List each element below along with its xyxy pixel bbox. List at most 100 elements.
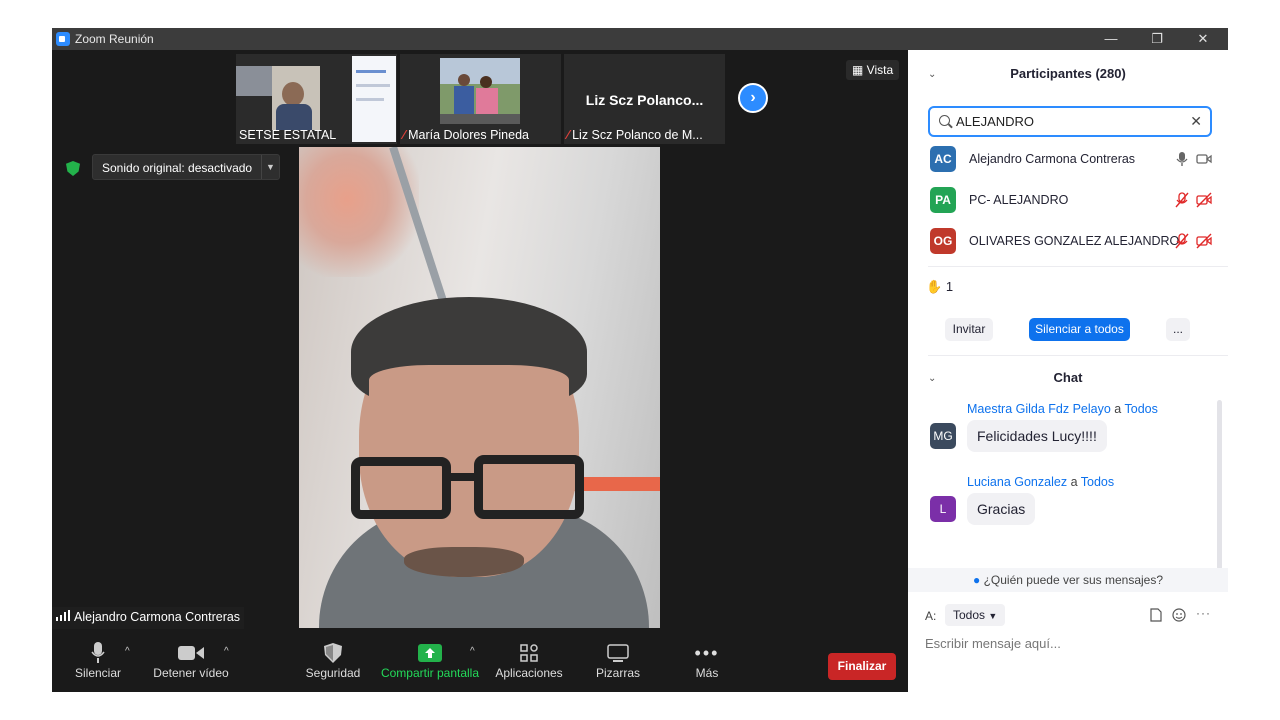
recipient-value: Todos [953, 608, 986, 622]
video-off-icon[interactable] [1196, 192, 1212, 208]
file-icon[interactable] [1150, 608, 1162, 622]
chat-scrollbar[interactable] [1217, 400, 1222, 570]
participant-search-input[interactable]: ALEJANDRO ✕ [928, 106, 1212, 137]
chevron-down-icon: ▼ [988, 611, 998, 621]
message-header: Luciana Gonzalez a Todos [967, 475, 1114, 489]
chat-message-input[interactable]: Escribir mensaje aquí... [925, 636, 1061, 651]
message-header: Maestra Gilda Fdz Pelayo a Todos [967, 402, 1158, 416]
video-area: SETSE ESTATAL ⁄ María Dolores Pineda Liz … [52, 50, 908, 692]
microphone-icon [68, 640, 128, 666]
thumbnail-display-name: Liz Scz Polanco... [585, 92, 704, 108]
video-camera-icon[interactable] [1196, 151, 1212, 167]
video-off-icon[interactable] [1196, 233, 1212, 249]
thumbnail-label: ⁄ María Dolores Pineda [403, 128, 529, 142]
restore-button[interactable]: ❐ [1134, 28, 1180, 50]
message-recipient[interactable]: Todos [1125, 402, 1158, 416]
share-screen-icon [378, 640, 482, 666]
clear-search-icon[interactable]: ✕ [1190, 113, 1202, 130]
message-bubble: Felicidades Lucy!!!! [967, 420, 1107, 452]
mute-options-icon[interactable]: ^ [125, 646, 130, 657]
zoom-logo-icon [56, 32, 70, 46]
grid-icon: ▦ [852, 63, 867, 77]
mic-muted-icon: ⁄ [403, 128, 406, 142]
avatar: AC [930, 146, 956, 172]
send-to-label: A: [925, 609, 937, 623]
avatar: MG [930, 423, 956, 449]
message-bubble: Gracias [967, 493, 1036, 525]
more-dots-icon: ••• [694, 642, 720, 663]
message-sender[interactable]: Maestra Gilda Fdz Pelayo [967, 402, 1111, 416]
thumbnail-label: SETSE ESTATAL [239, 128, 337, 142]
message-sender[interactable]: Luciana Gonzalez [967, 475, 1067, 489]
signal-strength-icon [56, 610, 70, 624]
chat-title: Chat [1053, 370, 1083, 385]
stop-video-button[interactable]: Detener vídeo [150, 640, 232, 680]
microphone-icon[interactable] [1174, 151, 1190, 167]
view-button[interactable]: ▦ Vista [846, 60, 900, 80]
share-options-icon[interactable]: ^ [470, 646, 475, 657]
thumbnail-maria-dolores-pineda[interactable]: ⁄ María Dolores Pineda [400, 54, 561, 144]
mute-all-button[interactable]: Silenciar a todos [1029, 318, 1130, 341]
participants-more-button[interactable]: ... [1166, 318, 1190, 341]
mic-muted-icon: ⁄ [567, 128, 570, 142]
invite-button[interactable]: Invitar [945, 318, 993, 341]
message-recipient[interactable]: Todos [1081, 475, 1114, 489]
window-title: Zoom Reunión [75, 32, 154, 46]
title-bar: Zoom Reunión — ❐ ✕ [52, 28, 1228, 50]
apps-button[interactable]: Aplicaciones [492, 640, 566, 680]
divider [928, 266, 1228, 267]
apps-label: Aplicaciones [495, 666, 563, 680]
original-sound-toggle[interactable]: Sonido original: desactivado ▼ [92, 154, 280, 180]
zoom-window: Zoom Reunión — ❐ ✕ SETSE ESTATAL ⁄ María… [52, 28, 1228, 692]
share-screen-label: Compartir pantalla [380, 666, 480, 680]
thumbnail-liz-scz-polanco[interactable]: Liz Scz Polanco... ⁄ Liz Scz Polanco de M… [564, 54, 725, 144]
stop-video-label: Detener vídeo [153, 666, 229, 680]
emoji-icon[interactable] [1172, 608, 1186, 622]
security-button[interactable]: Seguridad [302, 640, 364, 680]
participant-name: Alejandro Carmona Contreras [969, 152, 1136, 166]
mic-muted-icon[interactable] [1174, 192, 1190, 208]
end-meeting-button[interactable]: Finalizar [828, 653, 896, 680]
share-screen-button[interactable]: Compartir pantalla [378, 640, 482, 680]
avatar: OG [930, 228, 956, 254]
raised-hands-count: 1 [945, 279, 954, 294]
recipient-select[interactable]: Todos ▼ [945, 604, 1006, 626]
whiteboard-icon [588, 640, 648, 666]
search-icon [939, 115, 950, 126]
person-lock-icon: ● [972, 573, 981, 587]
participant-name: OLIVARES GONZALEZ ALEJANDRO [969, 234, 1180, 248]
participant-row[interactable]: AC Alejandro Carmona Contreras [930, 146, 1220, 172]
search-value: ALEJANDRO [956, 114, 1035, 129]
next-page-icon[interactable]: › [738, 83, 768, 113]
thumbnail-label: ⁄ Liz Scz Polanco de M... [567, 128, 703, 142]
participants-title: Participantes (280) [1010, 66, 1126, 81]
chevron-down-icon[interactable]: ▼ [261, 155, 279, 179]
whiteboards-button[interactable]: Pizarras [588, 640, 648, 680]
apps-icon [492, 640, 566, 666]
close-button[interactable]: ✕ [1180, 28, 1226, 50]
security-shield-icon [302, 640, 364, 666]
participant-name: PC- ALEJANDRO [969, 193, 1069, 207]
who-can-see-messages[interactable]: ● ¿Quién puede ver sus mensajes? [908, 568, 1228, 592]
mic-muted-icon[interactable] [1174, 233, 1190, 249]
chat-more-icon[interactable]: ··· [1196, 606, 1211, 620]
participant-row[interactable]: OG OLIVARES GONZALEZ ALEJANDRO [930, 228, 1220, 254]
avatar: L [930, 496, 956, 522]
encryption-shield-icon[interactable] [66, 161, 80, 176]
video-options-icon[interactable]: ^ [224, 646, 229, 657]
message-connector: a [1070, 475, 1078, 489]
mute-label: Silenciar [74, 666, 122, 680]
more-button[interactable]: ••• Más [682, 640, 732, 681]
whiteboards-label: Pizarras [595, 666, 640, 680]
thumbnail-setse-estatal[interactable]: SETSE ESTATAL [236, 54, 397, 144]
minimize-button[interactable]: — [1088, 28, 1134, 50]
more-label: Más [695, 666, 719, 680]
participant-row[interactable]: PA PC- ALEJANDRO [930, 187, 1220, 213]
participant-photo [440, 58, 520, 124]
security-label: Seguridad [305, 666, 361, 680]
mute-button[interactable]: Silenciar [68, 640, 128, 680]
video-camera-icon [150, 640, 232, 666]
speaker-name-tag: Alejandro Carmona Contreras [52, 607, 245, 629]
avatar: PA [930, 187, 956, 213]
who-can-see-label: ¿Quién puede ver sus mensajes? [983, 573, 1164, 587]
